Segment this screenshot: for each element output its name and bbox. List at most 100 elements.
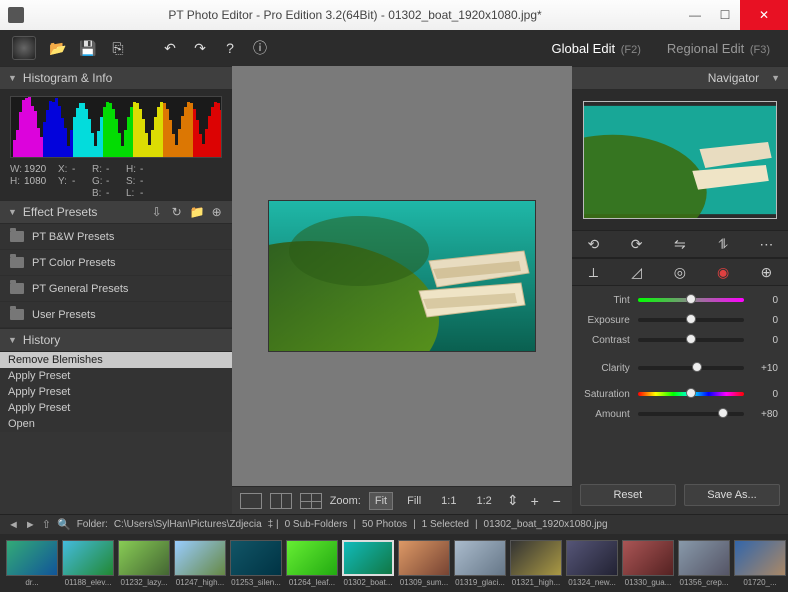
- single-view-icon[interactable]: [240, 493, 262, 509]
- download-presets-icon[interactable]: ⇩: [150, 205, 164, 219]
- zoom-fill-button[interactable]: Fill: [401, 492, 427, 510]
- thumbnail-label: 01720_...: [734, 578, 786, 587]
- thumbnail[interactable]: 01330_gua...: [622, 540, 674, 587]
- preset-folder-bw[interactable]: PT B&W Presets: [0, 224, 232, 250]
- forward-icon[interactable]: ►: [25, 519, 36, 531]
- maximize-button[interactable]: ☐: [710, 0, 740, 30]
- redeye-icon[interactable]: ◉: [711, 262, 735, 282]
- collapse-icon: ▼: [8, 73, 17, 83]
- slider-track[interactable]: [638, 392, 744, 396]
- flip-horizontal-icon[interactable]: ⇋: [668, 234, 692, 254]
- preset-folder-user[interactable]: User Presets: [0, 302, 232, 328]
- slider-track[interactable]: [638, 412, 744, 416]
- slider-exposure[interactable]: Exposure0: [572, 310, 778, 330]
- add-preset-icon[interactable]: ⊕: [210, 205, 224, 219]
- window-title: PT Photo Editor - Pro Edition 3.2(64Bit)…: [30, 8, 680, 22]
- slider-track[interactable]: [638, 318, 744, 322]
- global-edit-tab[interactable]: Global Edit (F2): [545, 37, 646, 60]
- copy-icon[interactable]: ⎘: [110, 40, 126, 56]
- slider-clarity[interactable]: Clarity+10: [572, 358, 778, 378]
- open-icon[interactable]: 📂: [50, 40, 66, 56]
- thumbnail-image: [566, 540, 618, 576]
- zoom-in-icon[interactable]: +: [528, 493, 542, 509]
- thumbnail[interactable]: 01319_glaci...: [454, 540, 506, 587]
- split2-view-icon[interactable]: [270, 493, 292, 509]
- preset-folder-general[interactable]: PT General Presets: [0, 276, 232, 302]
- zoom-12-button[interactable]: 1:2: [470, 492, 497, 510]
- history-item[interactable]: Apply Preset: [0, 384, 232, 400]
- search-icon[interactable]: 🔍: [57, 518, 71, 531]
- thumbnail[interactable]: 01356_crep...: [678, 540, 730, 587]
- thumbnail[interactable]: 01232_lazy...: [118, 540, 170, 587]
- slider-knob[interactable]: [718, 408, 728, 418]
- slider-knob[interactable]: [686, 314, 696, 324]
- canvas-area[interactable]: [232, 66, 572, 486]
- presets-panel-header[interactable]: ▼ Effect Presets ⇩ ↻ 📁 ⊕: [0, 200, 232, 224]
- slider-knob[interactable]: [686, 388, 696, 398]
- close-button[interactable]: ✕: [740, 0, 788, 30]
- thumbnail[interactable]: 01302_boat...: [342, 540, 394, 587]
- selected-count: 1 Selected: [422, 519, 469, 530]
- slider-contrast[interactable]: Contrast0: [572, 330, 778, 350]
- history-item[interactable]: Apply Preset: [0, 400, 232, 416]
- up-icon[interactable]: ⇧: [42, 518, 51, 531]
- undo-icon[interactable]: ↶: [162, 40, 178, 56]
- slider-saturation[interactable]: Saturation0: [572, 384, 778, 404]
- rotate-left-icon[interactable]: ⟲: [581, 234, 605, 254]
- zoom-out-icon[interactable]: −: [550, 493, 564, 509]
- filmstrip[interactable]: dr...01188_elev...01232_lazy...01247_hig…: [0, 534, 788, 592]
- thumbnail-image: [734, 540, 786, 576]
- slider-track[interactable]: [638, 338, 744, 342]
- save-icon[interactable]: 💾: [80, 40, 96, 56]
- thumbnail[interactable]: 01253_silen...: [230, 540, 282, 587]
- regional-edit-tab[interactable]: Regional Edit (F3): [661, 37, 776, 60]
- back-icon[interactable]: ◄: [8, 519, 19, 531]
- history-panel-header[interactable]: ▼ History: [0, 328, 232, 352]
- navigator-panel-header[interactable]: Navigator ▼: [572, 66, 788, 90]
- refresh-presets-icon[interactable]: ↻: [170, 205, 184, 219]
- rotate-right-icon[interactable]: ⟳: [625, 234, 649, 254]
- preset-folder-color[interactable]: PT Color Presets: [0, 250, 232, 276]
- minimize-button[interactable]: —: [680, 0, 710, 30]
- histogram-panel-header[interactable]: ▼ Histogram & Info: [0, 66, 232, 90]
- thumbnail[interactable]: 01309_sum...: [398, 540, 450, 587]
- slider-track[interactable]: [638, 298, 744, 302]
- thumbnail-image: [510, 540, 562, 576]
- thumbnail[interactable]: 01321_high...: [510, 540, 562, 587]
- redo-icon[interactable]: ↷: [192, 40, 208, 56]
- presets-folder-icon[interactable]: 📁: [190, 205, 204, 219]
- info-icon[interactable]: ⓘ: [252, 40, 268, 56]
- history-item[interactable]: Remove Blemishes: [0, 352, 232, 368]
- thumbnail[interactable]: dr...: [6, 540, 58, 587]
- navigator-thumbnail[interactable]: [572, 90, 788, 230]
- thumbnail[interactable]: 01247_high...: [174, 540, 226, 587]
- lens-icon[interactable]: ◎: [668, 262, 692, 282]
- folder-path[interactable]: C:\Users\SylHan\Pictures\Zdjecia: [114, 519, 262, 530]
- flip-vertical-icon[interactable]: ⥮: [711, 234, 735, 254]
- slider-knob[interactable]: [686, 334, 696, 344]
- more-icon[interactable]: ⋯: [754, 234, 778, 254]
- slider-amount[interactable]: Amount+80: [572, 404, 778, 424]
- history-item[interactable]: Open: [0, 416, 232, 432]
- history-item[interactable]: Apply Preset: [0, 368, 232, 384]
- slider-tint[interactable]: Tint0: [572, 290, 778, 310]
- zoom-updown-icon[interactable]: ⇕: [506, 492, 520, 509]
- help-icon[interactable]: ?: [222, 40, 238, 56]
- zoom-fit-button[interactable]: Fit: [369, 492, 393, 510]
- thumbnail[interactable]: 01264_leaf...: [286, 540, 338, 587]
- thumbnail[interactable]: 01324_new...: [566, 540, 618, 587]
- thumbnail[interactable]: 01720_...: [734, 540, 786, 587]
- photo-preview: [269, 201, 535, 351]
- heal-icon[interactable]: ⊕: [754, 262, 778, 282]
- slider-knob[interactable]: [686, 294, 696, 304]
- save-as-button[interactable]: Save As...: [684, 484, 780, 506]
- slider-track[interactable]: [638, 366, 744, 370]
- crop-icon[interactable]: ⟂: [581, 262, 605, 282]
- split4-view-icon[interactable]: [300, 493, 322, 509]
- straighten-icon[interactable]: ◿: [625, 262, 649, 282]
- zoom-11-button[interactable]: 1:1: [435, 492, 462, 510]
- logo-icon: [12, 36, 36, 60]
- thumbnail[interactable]: 01188_elev...: [62, 540, 114, 587]
- slider-knob[interactable]: [692, 362, 702, 372]
- reset-button[interactable]: Reset: [580, 484, 676, 506]
